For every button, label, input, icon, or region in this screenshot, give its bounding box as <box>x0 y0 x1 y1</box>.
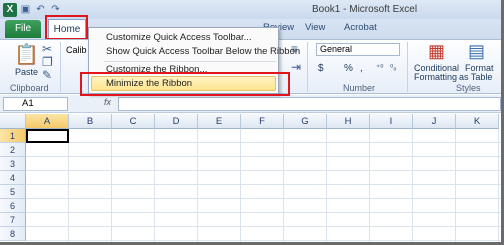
grid-line <box>455 129 456 242</box>
format-painter-icon[interactable]: ✎ <box>42 68 52 82</box>
decrease-decimal-icon[interactable]: ⁰₀ <box>390 63 397 72</box>
window-title: Book1 - Microsoft Excel <box>312 4 418 15</box>
column-header[interactable]: E <box>198 114 241 129</box>
selected-cell[interactable] <box>26 129 69 143</box>
column-header[interactable]: B <box>69 114 112 129</box>
column-header[interactable]: A <box>26 114 69 129</box>
cut-icon[interactable]: ✂ <box>42 42 52 56</box>
fx-icon[interactable]: fx <box>104 97 111 107</box>
grid-line <box>26 170 501 171</box>
group-separator <box>60 42 61 92</box>
grid-line <box>412 129 413 242</box>
excel-window: X ▣ ↶ ↷ Book1 - Microsoft Excel File Hom… <box>0 0 504 245</box>
grid-line <box>26 212 501 213</box>
grid-line <box>197 129 198 242</box>
grid-line <box>26 198 501 199</box>
select-all-corner[interactable] <box>0 114 26 129</box>
column-header[interactable]: J <box>413 114 456 129</box>
grid-line <box>26 184 501 185</box>
group-label-clipboard: Clipboard <box>10 83 49 93</box>
grid-line <box>26 226 501 227</box>
row-header[interactable]: 3 <box>0 157 26 171</box>
grid-line <box>154 129 155 242</box>
grid-line <box>283 129 284 242</box>
grid-line <box>26 240 501 241</box>
copy-icon[interactable]: ❐ <box>42 55 53 69</box>
column-header[interactable]: G <box>284 114 327 129</box>
group-label-styles: Styles <box>456 83 481 93</box>
grid-line <box>111 129 112 242</box>
highlight-minimize-ribbon <box>80 72 290 96</box>
format-as-table-icon[interactable]: ▤ <box>468 41 485 61</box>
column-header[interactable]: K <box>456 114 499 129</box>
grid-line <box>26 142 501 143</box>
grid-line <box>26 156 501 157</box>
as-table-label: as Table <box>459 72 493 82</box>
number-format-dropdown[interactable]: General <box>316 43 400 56</box>
percent-button[interactable]: % <box>344 63 353 74</box>
tab-file[interactable]: File <box>5 20 41 38</box>
indent-icon[interactable]: ⇥ <box>291 60 301 74</box>
grid-line <box>326 129 327 242</box>
increase-decimal-icon[interactable]: ⁺⁰ <box>376 63 383 72</box>
menu-item-show-qat-below[interactable]: Show Quick Access Toolbar Below the Ribb… <box>106 46 300 57</box>
tab-view[interactable]: View <box>305 22 325 33</box>
grid-line <box>68 129 69 242</box>
formula-input[interactable] <box>118 97 501 111</box>
column-header[interactable]: I <box>370 114 413 129</box>
grid-line <box>498 129 499 242</box>
paste-button[interactable]: Paste <box>15 67 38 77</box>
grid-line <box>369 129 370 242</box>
save-icon[interactable]: ▣ <box>19 3 32 16</box>
row-header[interactable]: 1 <box>0 129 26 143</box>
name-box[interactable]: A1 <box>3 97 68 111</box>
paste-icon[interactable]: 📋 <box>14 44 39 66</box>
column-header[interactable]: D <box>155 114 198 129</box>
conditional-formatting-icon[interactable]: ▦ <box>428 41 445 61</box>
row-header[interactable]: 6 <box>0 199 26 213</box>
highlight-home-tab <box>45 15 88 40</box>
row-header[interactable]: 8 <box>0 227 26 241</box>
excel-icon[interactable]: X <box>3 2 17 17</box>
number-format-value: General <box>320 44 353 54</box>
comma-button[interactable]: , <box>360 63 363 74</box>
currency-button[interactable]: $ <box>318 63 324 74</box>
row-header[interactable]: 2 <box>0 143 26 157</box>
menu-separator <box>104 61 276 62</box>
column-header[interactable]: H <box>327 114 370 129</box>
font-name-box[interactable]: Calib <box>66 45 87 55</box>
column-header[interactable]: C <box>112 114 155 129</box>
group-separator <box>307 42 308 92</box>
tab-acrobat[interactable]: Acrobat <box>344 22 377 33</box>
row-header[interactable]: 5 <box>0 185 26 199</box>
grid-line <box>240 129 241 242</box>
group-label-number: Number <box>343 83 376 93</box>
group-separator <box>407 42 408 92</box>
column-header[interactable]: F <box>241 114 284 129</box>
row-header[interactable]: 4 <box>0 171 26 185</box>
menu-item-customize-qat[interactable]: Customize Quick Access Toolbar... <box>106 32 252 43</box>
formatting-label: Formatting <box>414 72 458 82</box>
row-header[interactable]: 7 <box>0 213 26 227</box>
